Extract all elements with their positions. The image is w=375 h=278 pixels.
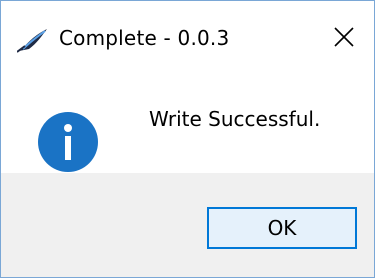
message-dialog: Complete - 0.0.3 Write Successful. OK <box>0 0 375 278</box>
title-bar[interactable]: Complete - 0.0.3 <box>1 1 374 81</box>
feather-quill-icon <box>16 27 51 53</box>
window-title: Complete - 0.0.3 <box>59 26 230 50</box>
close-button[interactable] <box>314 7 374 71</box>
info-icon <box>37 111 99 173</box>
dialog-footer: OK <box>1 173 374 277</box>
close-icon <box>333 26 355 52</box>
dialog-message: Write Successful. <box>149 107 321 131</box>
dialog-body: Write Successful. <box>1 81 374 172</box>
ok-button[interactable]: OK <box>207 207 357 249</box>
